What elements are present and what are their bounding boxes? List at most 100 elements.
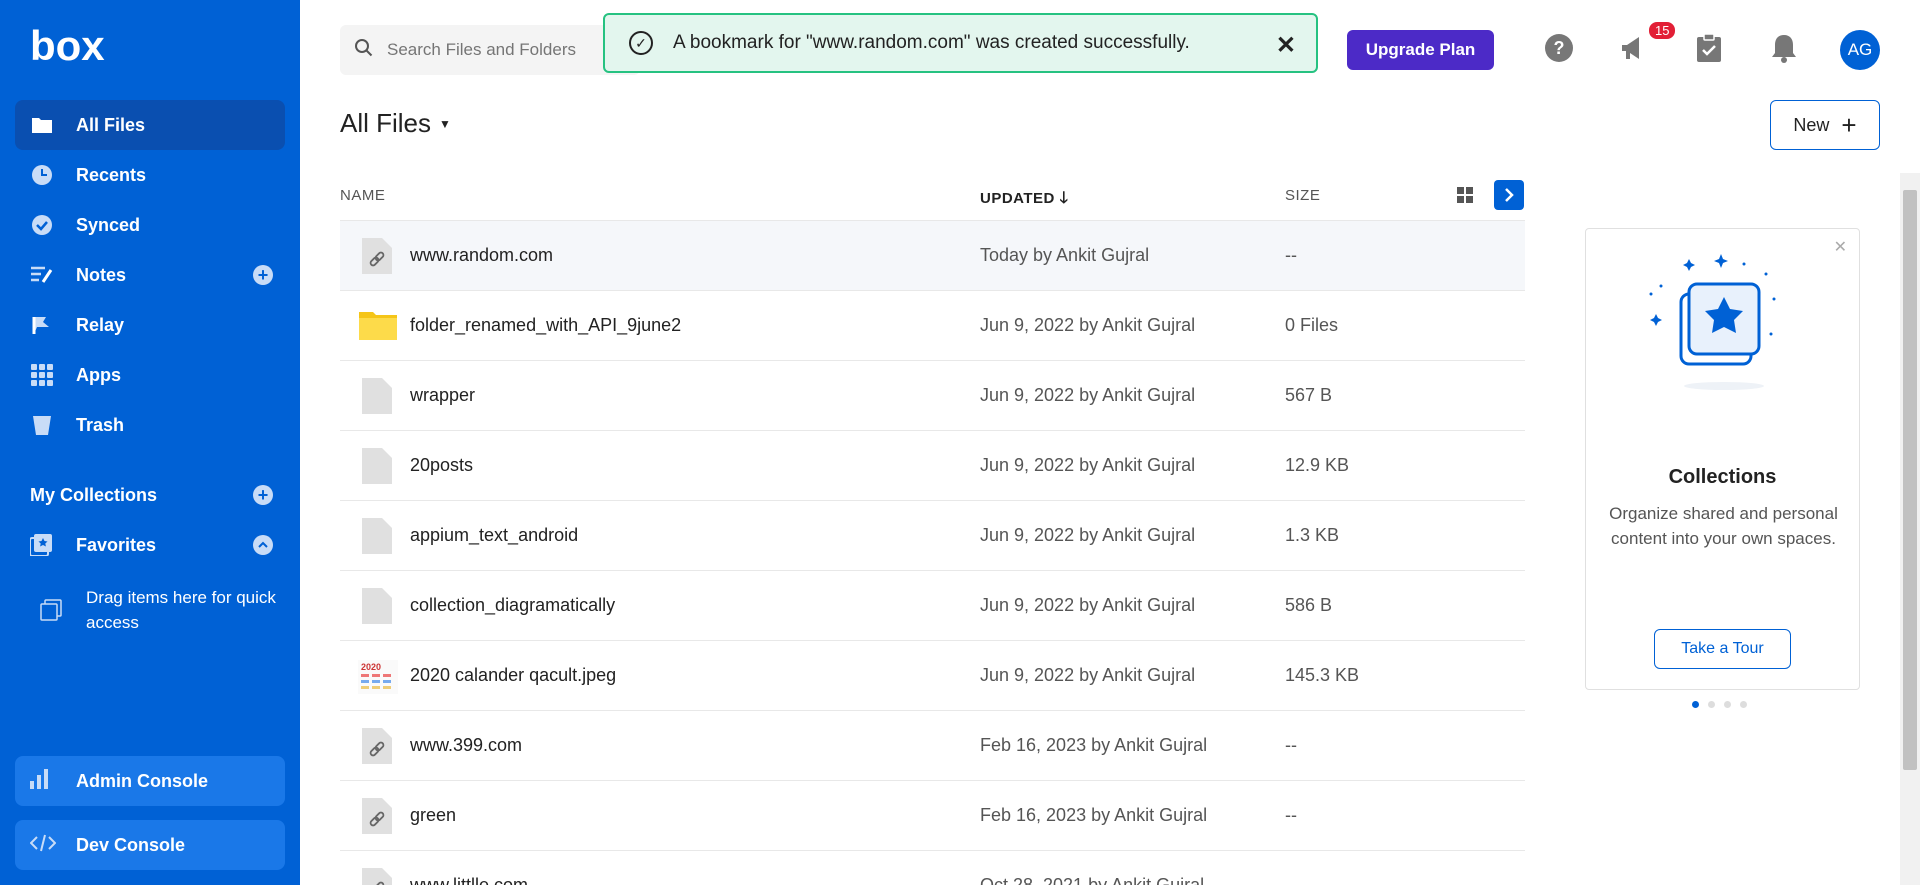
file-name[interactable]: www.random.com bbox=[410, 245, 553, 266]
carousel-dot[interactable] bbox=[1692, 701, 1699, 708]
megaphone-icon[interactable] bbox=[1618, 32, 1650, 64]
file-size: 12.9 KB bbox=[1285, 455, 1350, 475]
file-icon bbox=[358, 516, 396, 556]
updated-info: Jun 9, 2022 by Ankit Gujral bbox=[980, 385, 1196, 405]
sidebar-item-all-files[interactable]: All Files bbox=[15, 100, 285, 150]
sidebar-item-label: Synced bbox=[76, 214, 141, 235]
carousel-dot[interactable] bbox=[1708, 701, 1715, 708]
new-button-label: New bbox=[1793, 114, 1830, 135]
column-name[interactable]: NAME bbox=[340, 187, 385, 204]
apps-grid-icon bbox=[30, 363, 54, 387]
table-row[interactable]: wrapper Jun 9, 2022 by Ankit Gujral 567 B bbox=[340, 361, 1525, 431]
collections-card: ✕ Collections Organize shared and person… bbox=[1585, 228, 1860, 690]
updated-info: Oct 28, 2021 by Ankit Gujral bbox=[980, 875, 1205, 885]
collections-illustration bbox=[1649, 254, 1776, 390]
file-size: -- bbox=[1285, 735, 1297, 755]
file-name[interactable]: 2020 calander qacult.jpeg bbox=[410, 665, 616, 686]
file-name[interactable]: collection_diagramatically bbox=[410, 595, 615, 616]
sidebar: box All Files Recents Synced Notes + Rel… bbox=[0, 0, 300, 885]
search-input[interactable] bbox=[387, 40, 607, 60]
add-note-button[interactable]: + bbox=[253, 265, 273, 285]
avatar[interactable]: AG bbox=[1840, 30, 1880, 70]
file-icon bbox=[358, 376, 396, 416]
tasks-icon[interactable] bbox=[1693, 32, 1725, 64]
file-name[interactable]: appium_text_android bbox=[410, 525, 578, 546]
upgrade-plan-button[interactable]: Upgrade Plan bbox=[1347, 30, 1494, 70]
sidebar-item-label: Relay bbox=[76, 314, 125, 335]
box-logo[interactable]: box bbox=[30, 28, 110, 68]
close-icon[interactable]: ✕ bbox=[1834, 237, 1847, 257]
table-row[interactable]: www.littlle.com Oct 28, 2021 by Ankit Guj… bbox=[340, 851, 1525, 885]
updated-info: Feb 16, 2023 by Ankit Gujral bbox=[980, 805, 1208, 825]
my-collections-label: My Collections bbox=[30, 484, 158, 505]
column-size[interactable]: SIZE bbox=[1285, 187, 1320, 204]
relay-icon bbox=[30, 313, 54, 337]
search-bar[interactable] bbox=[340, 25, 640, 75]
sidebar-item-relay[interactable]: Relay bbox=[15, 300, 285, 350]
sidebar-item-label: Apps bbox=[76, 364, 121, 385]
image-thumbnail-icon: 2020 bbox=[358, 656, 398, 696]
chevron-up-icon[interactable] bbox=[253, 535, 273, 555]
file-icon bbox=[358, 446, 396, 486]
success-toast: ✓ A bookmark for "www.random.com" was cr… bbox=[603, 13, 1318, 73]
carousel-dot[interactable] bbox=[1724, 701, 1731, 708]
sidebar-item-label: Notes bbox=[76, 264, 127, 285]
drag-hint-text: Drag items here for quick access bbox=[86, 588, 276, 632]
carousel-dot[interactable] bbox=[1740, 701, 1747, 708]
page-title[interactable]: All Files ▼ bbox=[340, 108, 451, 139]
file-name[interactable]: www.littlle.com bbox=[410, 875, 528, 885]
new-button[interactable]: New + bbox=[1770, 100, 1880, 150]
bookmark-link-icon bbox=[358, 866, 396, 885]
file-size: -- bbox=[1285, 805, 1297, 825]
grid-view-icon[interactable] bbox=[1457, 187, 1473, 203]
sidebar-item-apps[interactable]: Apps bbox=[15, 350, 285, 400]
notification-badge: 15 bbox=[1647, 20, 1678, 41]
check-circle-icon: ✓ bbox=[629, 31, 653, 55]
table-row[interactable]: 2020 2020 calander qacult.jpeg Jun 9, 2022… bbox=[340, 641, 1525, 711]
chevron-right-icon[interactable] bbox=[1494, 180, 1524, 210]
updated-info: Jun 9, 2022 by Ankit Gujral bbox=[980, 665, 1196, 685]
sidebar-item-recents[interactable]: Recents bbox=[15, 150, 285, 200]
favorites-header[interactable]: Favorites bbox=[15, 520, 285, 570]
file-size: 567 B bbox=[1285, 385, 1333, 405]
updated-info: Jun 9, 2022 by Ankit Gujral bbox=[980, 525, 1196, 545]
table-row[interactable]: www.random.com Today by Ankit Gujral -- bbox=[340, 221, 1525, 291]
sidebar-item-synced[interactable]: Synced bbox=[15, 200, 285, 250]
file-size: 1.3 KB bbox=[1285, 525, 1340, 545]
take-a-tour-button[interactable]: Take a Tour bbox=[1654, 629, 1791, 669]
close-icon[interactable]: ✕ bbox=[1276, 31, 1296, 60]
table-row[interactable]: appium_text_android Jun 9, 2022 by Ankit … bbox=[340, 501, 1525, 571]
notes-icon bbox=[30, 263, 54, 287]
table-row[interactable]: folder_renamed_with_API_9june2 Jun 9, 202… bbox=[340, 291, 1525, 361]
caret-down-icon: ▼ bbox=[439, 116, 451, 131]
sidebar-nav: All Files Recents Synced Notes + Relay A… bbox=[15, 100, 285, 450]
admin-console-button[interactable]: Admin Console bbox=[15, 756, 285, 806]
table-row[interactable]: green Feb 16, 2023 by Ankit Gujral -- bbox=[340, 781, 1525, 851]
sort-arrow-down-icon: 🡓 bbox=[1059, 190, 1069, 207]
table-row[interactable]: www.399.com Feb 16, 2023 by Ankit Gujral -… bbox=[340, 711, 1525, 781]
code-icon bbox=[29, 833, 57, 858]
column-updated[interactable]: UPDATED 🡓 bbox=[980, 187, 1068, 214]
scrollbar-thumb[interactable] bbox=[1903, 190, 1917, 770]
updated-info: Jun 9, 2022 by Ankit Gujral bbox=[980, 315, 1196, 335]
sidebar-item-notes[interactable]: Notes + bbox=[15, 250, 285, 300]
file-name[interactable]: www.399.com bbox=[410, 735, 522, 756]
dev-console-button[interactable]: Dev Console bbox=[15, 820, 285, 870]
add-collection-button[interactable]: + bbox=[253, 485, 273, 505]
file-name[interactable]: wrapper bbox=[410, 385, 475, 406]
file-name[interactable]: green bbox=[410, 805, 456, 826]
folder-icon bbox=[30, 113, 54, 137]
help-icon[interactable]: ? bbox=[1543, 32, 1575, 64]
bell-icon[interactable] bbox=[1768, 32, 1800, 64]
my-collections-header[interactable]: My Collections + bbox=[15, 470, 285, 520]
file-icon bbox=[358, 586, 396, 626]
collections-description: Organize shared and personal content int… bbox=[1609, 504, 1838, 548]
file-name[interactable]: folder_renamed_with_API_9june2 bbox=[410, 315, 681, 336]
table-row[interactable]: 20posts Jun 9, 2022 by Ankit Gujral 12.9 K… bbox=[340, 431, 1525, 501]
plus-icon: + bbox=[1841, 109, 1857, 140]
sidebar-item-trash[interactable]: Trash bbox=[15, 400, 285, 450]
table-row[interactable]: collection_diagramatically Jun 9, 2022 by… bbox=[340, 571, 1525, 641]
collections-title: Collections bbox=[1668, 466, 1777, 488]
updated-info: Today by Ankit Gujral bbox=[980, 245, 1150, 265]
file-name[interactable]: 20posts bbox=[410, 455, 473, 476]
